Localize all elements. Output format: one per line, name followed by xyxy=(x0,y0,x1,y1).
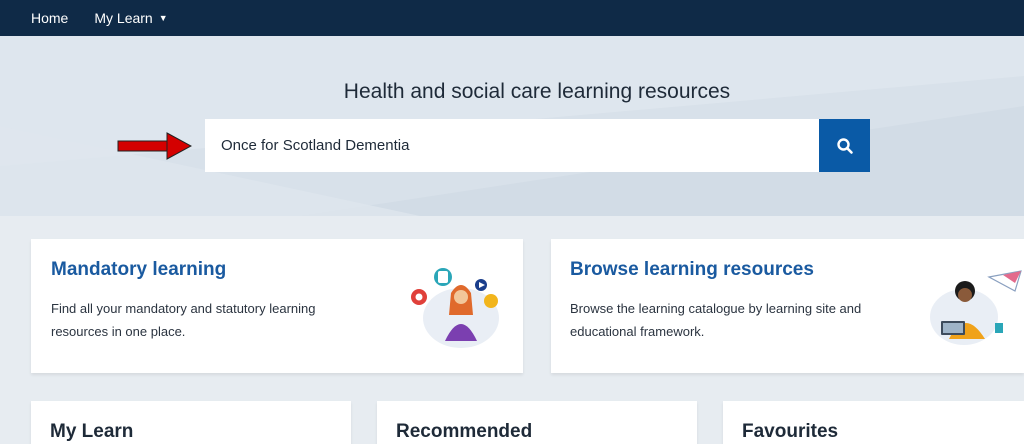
my-learn-card[interactable]: My Learn xyxy=(31,401,351,444)
browse-learning-title[interactable]: Browse learning resources xyxy=(570,259,814,281)
mandatory-desc-line2: resources in one place. xyxy=(51,324,186,339)
nav-home-label: Home xyxy=(31,10,69,26)
recommended-title: Recommended xyxy=(396,421,533,442)
mandatory-learning-description: Find all your mandatory and statutory le… xyxy=(51,297,315,343)
learner-illustration xyxy=(411,268,499,348)
browse-desc-line2: educational framework. xyxy=(570,324,705,339)
recommended-card[interactable]: Recommended xyxy=(377,401,697,444)
hero-title: Health and social care learning resource… xyxy=(343,80,731,103)
favourites-card[interactable]: Favourites xyxy=(723,401,1024,444)
nav-my-learn-label: My Learn xyxy=(94,10,153,26)
search-button[interactable] xyxy=(819,119,870,172)
favourites-title: Favourites xyxy=(742,421,839,442)
mandatory-desc-line1: Find all your mandatory and statutory le… xyxy=(51,301,316,316)
hero-banner: Health and social care learning resource… xyxy=(0,36,1024,216)
browse-desc-line1: Browse the learning catalogue by learnin… xyxy=(570,301,862,316)
red-arrow-annotation xyxy=(117,132,192,160)
browse-learning-card[interactable]: Browse learning resources Browse the lea… xyxy=(551,239,1024,373)
nav-my-learn-dropdown[interactable]: My Learn ▼ xyxy=(94,10,167,26)
browse-learning-description: Browse the learning catalogue by learnin… xyxy=(570,297,861,343)
caret-down-icon: ▼ xyxy=(158,13,168,23)
search-bar xyxy=(205,119,870,172)
mandatory-learning-card[interactable]: Mandatory learning Find all your mandato… xyxy=(31,239,523,373)
mandatory-learning-title[interactable]: Mandatory learning xyxy=(51,259,226,281)
search-icon xyxy=(836,137,853,154)
browsing-person-illustration xyxy=(930,270,1022,345)
top-navigation: Home My Learn ▼ xyxy=(0,0,1024,36)
nav-home-link[interactable]: Home xyxy=(31,10,68,26)
my-learn-title: My Learn xyxy=(50,421,134,442)
search-input[interactable] xyxy=(205,119,819,172)
